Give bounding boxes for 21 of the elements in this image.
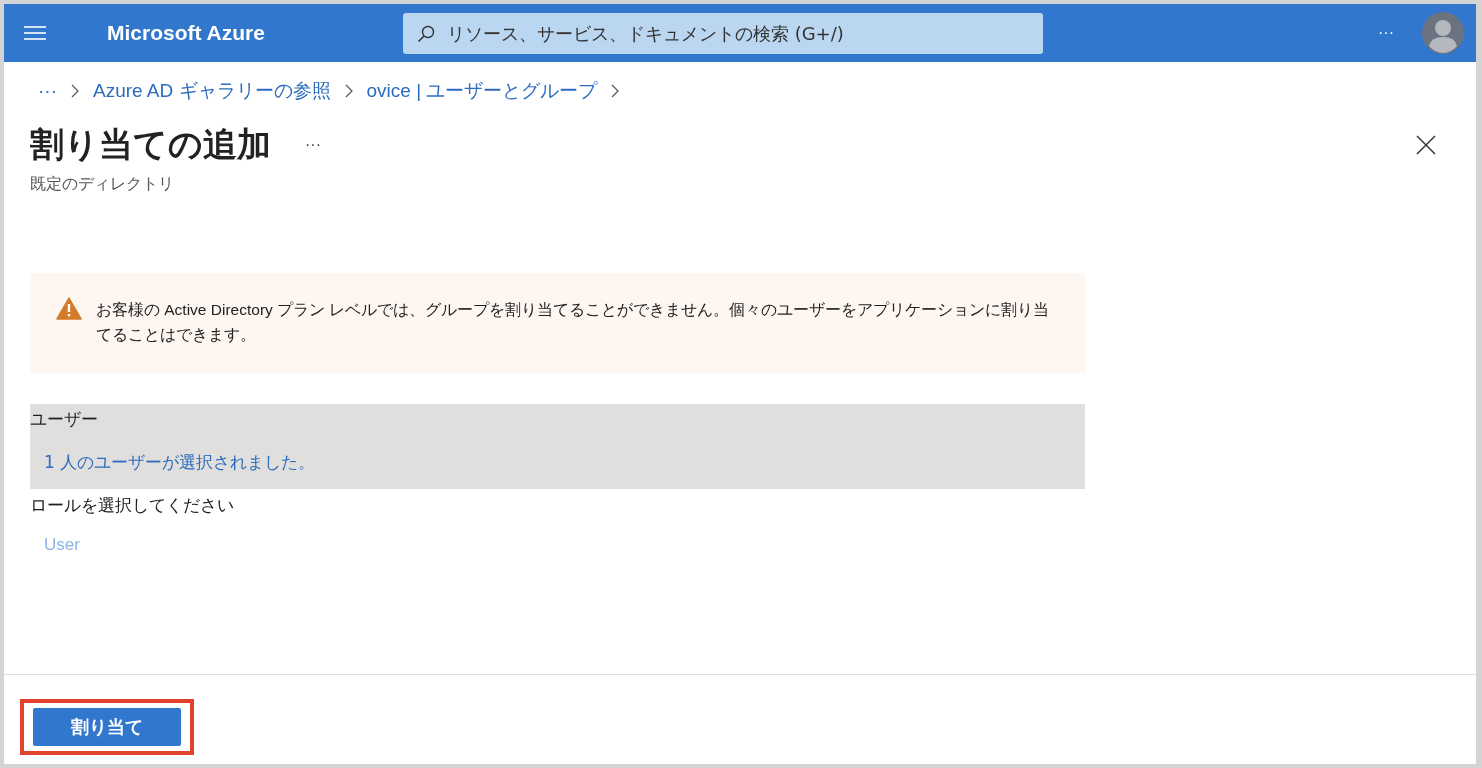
blade-title: 割り当ての追加 (30, 123, 271, 166)
breadcrumb-link[interactable]: Azure AD ギャラリーの参照 (93, 78, 331, 104)
chevron-icon (611, 84, 620, 98)
more-button[interactable]: ··· (1374, 24, 1398, 42)
more-button[interactable]: ··· (301, 136, 325, 154)
assign-button[interactable]: 割り当て (33, 708, 181, 746)
role-label: ロールを選択してください (30, 494, 235, 517)
menu-icon[interactable] (24, 25, 46, 41)
blade-subtitle: 既定のディレクトリ (30, 174, 175, 195)
avatar-icon[interactable] (1422, 12, 1464, 54)
search-field[interactable]: リソース、サービス、ドキュメントの検索 (G+/) (402, 12, 1043, 54)
chevron-icon (344, 84, 353, 98)
breadcrumb-overflow[interactable]: ··· (38, 80, 57, 102)
chevron-icon (71, 84, 79, 98)
warning-icon (56, 297, 82, 320)
users-label: ユーザー (30, 408, 99, 431)
warning-text: お客様の Active Directory プラン レベルでは、グループを割り当てることができません。個々のユーザーをアプリケーションに割り当てることはできます。 (95, 300, 1051, 345)
selected-users-link[interactable]: 1 人のユーザーが選択されました。 (44, 451, 1085, 474)
close-icon[interactable] (1416, 135, 1436, 155)
brand-title[interactable]: Microsoft Azure (107, 21, 265, 45)
breadcrumb-link[interactable]: ovice | ユーザーとグループ (366, 78, 598, 104)
